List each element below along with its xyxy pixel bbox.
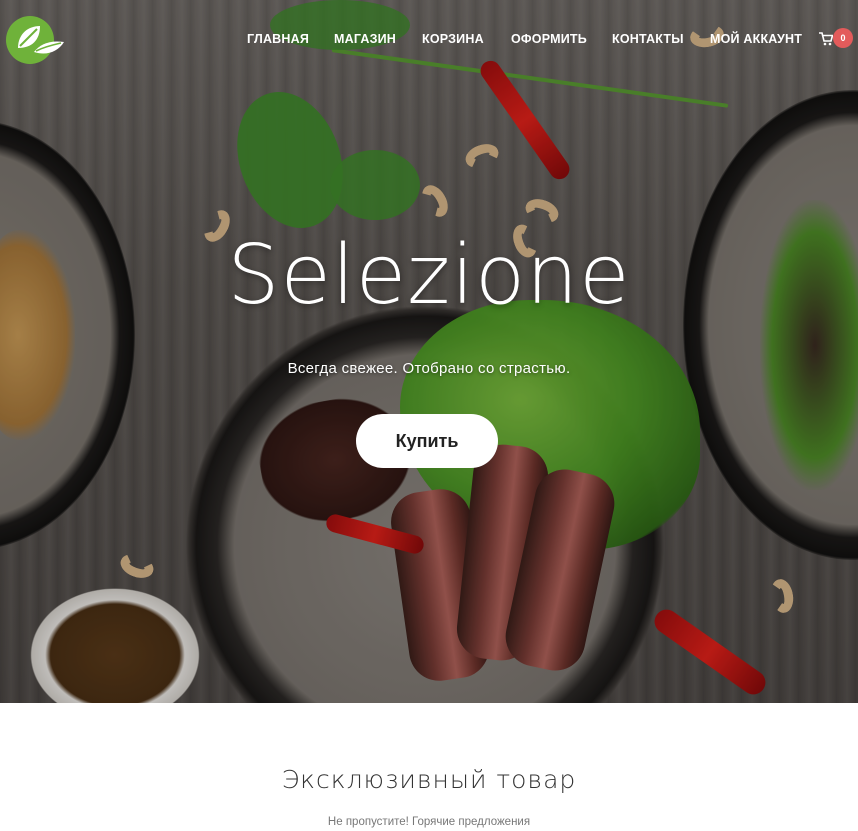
nav-item-home[interactable]: ГЛАВНАЯ: [247, 32, 309, 46]
section-title: Эксклюзивный товар: [281, 765, 577, 794]
hero-subtitle: Всегда свежее. Отобрано со страстью.: [287, 360, 571, 377]
buy-button[interactable]: Купить: [356, 414, 498, 468]
nav-item-checkout[interactable]: ОФОРМИТЬ: [511, 32, 587, 46]
cart-count-badge: 0: [833, 28, 853, 48]
nav-item-contacts[interactable]: КОНТАКТЫ: [612, 32, 684, 46]
hero-title: Selezione: [227, 228, 631, 323]
cart-button[interactable]: 0: [818, 28, 858, 50]
hero-overlay: [0, 0, 858, 703]
nav-item-account[interactable]: МОЙ АККАУНТ: [710, 32, 802, 46]
section-subtitle: Не пропустите! Горячие предложения: [327, 816, 531, 828]
leaf-logo-icon[interactable]: [4, 14, 66, 66]
nav-item-shop[interactable]: МАГАЗИН: [334, 32, 396, 46]
nav-item-cart[interactable]: КОРЗИНА: [422, 32, 484, 46]
hero-banner: ГЛАВНАЯ МАГАЗИН КОРЗИНА ОФОРМИТЬ КОНТАКТ…: [0, 0, 858, 703]
cart-icon[interactable]: [819, 32, 833, 46]
